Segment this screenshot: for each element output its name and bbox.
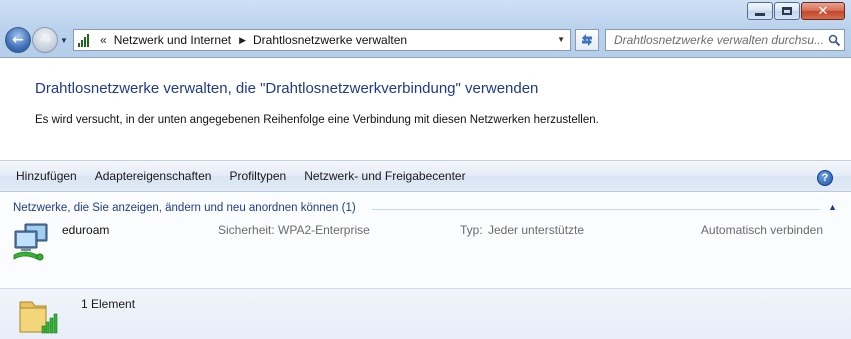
window-chrome: ✕ ← → ▼ « Netzwerk und Internet ▶ Drahtl… bbox=[0, 0, 851, 58]
item-count: 1 Element bbox=[81, 297, 136, 311]
page-title: Drahtlosnetzwerke verwalten, die "Drahtl… bbox=[35, 80, 539, 97]
magnifier-icon[interactable] bbox=[824, 31, 844, 49]
minimize-icon bbox=[755, 12, 765, 16]
network-name: eduroam bbox=[62, 223, 110, 237]
security-label: Sicherheit: bbox=[218, 223, 275, 237]
address-dropdown-icon[interactable]: ▼ bbox=[557, 35, 565, 44]
search-box[interactable]: Drahtlosnetzwerke verwalten durchsu... bbox=[605, 29, 845, 51]
add-button[interactable]: Hinzufügen bbox=[0, 169, 86, 183]
header-section: Drahtlosnetzwerke verwalten, die "Drahtl… bbox=[0, 58, 851, 160]
folder-signal-icon bbox=[19, 301, 58, 334]
network-list-item[interactable]: eduroam Sicherheit: WPA2-Enterprise Typ:… bbox=[8, 219, 843, 263]
close-icon: ✕ bbox=[817, 3, 829, 19]
refresh-icon bbox=[582, 34, 592, 46]
maximize-icon bbox=[782, 7, 792, 15]
breadcrumb-overflow-chevron[interactable]: « bbox=[100, 33, 107, 47]
wireless-network-icon bbox=[13, 223, 48, 261]
forward-button[interactable]: → bbox=[32, 27, 58, 53]
breadcrumb-netzwerk-und-internet[interactable]: Netzwerk und Internet bbox=[114, 33, 231, 47]
type-label: Typ: bbox=[460, 223, 483, 237]
breadcrumb-drahtlosnetzwerke-verwalten[interactable]: Drahtlosnetzwerke verwalten bbox=[253, 33, 407, 47]
back-button[interactable]: ← bbox=[5, 27, 31, 53]
maximize-button[interactable] bbox=[774, 2, 800, 20]
back-arrow-icon: ← bbox=[12, 32, 24, 48]
network-list: Netzwerke, die Sie anzeigen, ändern und … bbox=[0, 193, 851, 288]
breadcrumb-separator-icon[interactable]: ▶ bbox=[239, 35, 246, 46]
page-description: Es wird versucht, in der unten angegeben… bbox=[35, 114, 599, 126]
type-value: Jeder unterstützte bbox=[488, 223, 585, 237]
network-sharing-center-button[interactable]: Netzwerk- und Freigabecenter bbox=[295, 169, 474, 183]
group-header[interactable]: Netzwerke, die Sie anzeigen, ändern und … bbox=[13, 202, 356, 214]
profile-types-button[interactable]: Profiltypen bbox=[220, 169, 295, 183]
group-divider bbox=[372, 209, 820, 210]
forward-arrow-icon: → bbox=[39, 32, 51, 48]
minimize-button[interactable] bbox=[747, 2, 773, 20]
window-controls: ✕ bbox=[746, 2, 845, 20]
connect-mode: Automatisch verbinden bbox=[700, 223, 823, 237]
command-toolbar: Hinzufügen Adaptereigenschaften Profilty… bbox=[0, 160, 851, 192]
details-pane: 1 Element bbox=[0, 288, 851, 339]
signal-bars-icon bbox=[78, 33, 94, 47]
adapter-properties-button[interactable]: Adaptereigenschaften bbox=[86, 169, 221, 183]
address-bar[interactable]: « Netzwerk und Internet ▶ Drahtlosnetzwe… bbox=[73, 29, 571, 51]
recent-pages-dropdown[interactable]: ▼ bbox=[60, 36, 68, 45]
search-input[interactable]: Drahtlosnetzwerke verwalten durchsu... bbox=[606, 33, 824, 47]
refresh-button[interactable] bbox=[575, 29, 599, 51]
security-value: WPA2-Enterprise bbox=[278, 223, 370, 237]
group-collapse-icon[interactable]: ▲ bbox=[828, 202, 837, 212]
close-button[interactable]: ✕ bbox=[801, 2, 845, 20]
help-icon[interactable]: ? bbox=[817, 170, 833, 186]
